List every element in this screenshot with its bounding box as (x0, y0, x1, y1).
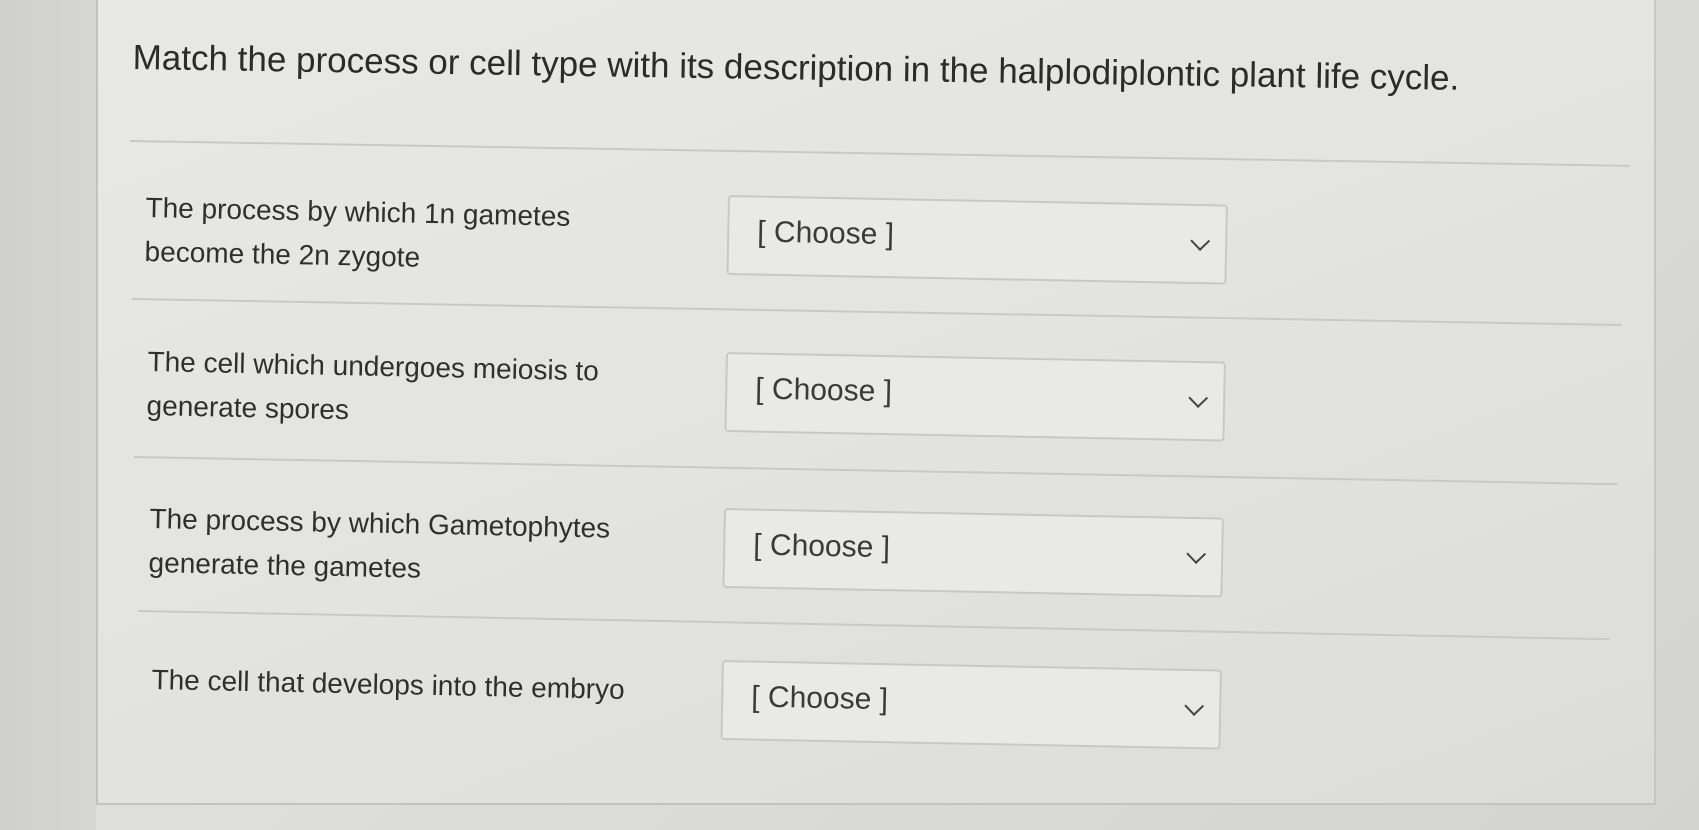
dropdown-value: [ Choose ] (754, 372, 893, 409)
dropdown-value: [ Choose ] (752, 528, 891, 565)
chevron-down-icon (1188, 388, 1209, 408)
dropdown-value: [ Choose ] (750, 680, 889, 717)
answer-dropdown-4[interactable]: [ Choose ] (720, 660, 1222, 750)
answer-dropdown-2[interactable]: [ Choose ] (724, 352, 1226, 442)
match-item-label: The process by which 1n gametes become t… (144, 186, 706, 286)
match-item-label: The process by which Gametophytes genera… (148, 497, 710, 597)
chevron-down-icon (1184, 696, 1205, 716)
screen-background (0, 0, 96, 830)
match-item-label: The cell which undergoes meiosis to gene… (146, 340, 708, 440)
chevron-down-icon (1186, 544, 1207, 564)
dropdown-value: [ Choose ] (756, 215, 895, 252)
answer-dropdown-1[interactable]: [ Choose ] (726, 195, 1228, 285)
chevron-down-icon (1190, 231, 1211, 251)
answer-dropdown-3[interactable]: [ Choose ] (722, 508, 1224, 598)
